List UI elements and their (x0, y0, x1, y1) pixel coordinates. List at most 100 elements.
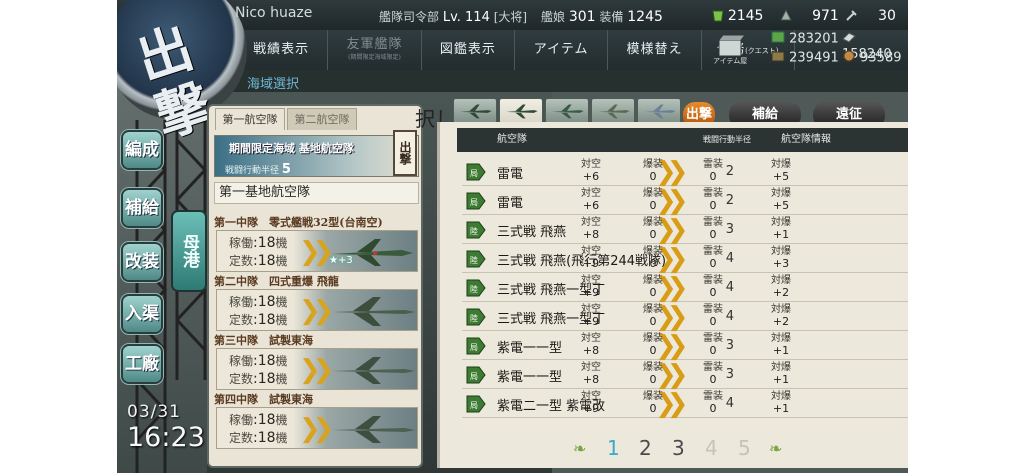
port-button[interactable]: 母港 (173, 212, 205, 290)
page-4[interactable]: 4 (705, 436, 718, 460)
plane-row[interactable]: 局雷電 ❯❯ 2 対空 +6 爆装 0 雷装 0 対爆 +5 (462, 158, 908, 186)
svg-text:局: 局 (470, 372, 478, 381)
stat-bomb: 爆装 0 (643, 304, 663, 328)
plane-row[interactable]: 陸三式戦 飛燕(飛行第244戦隊) ❯❯ 4 対空 +9 爆装 0 雷装 0 対爆 +3 (462, 245, 908, 273)
organize-button[interactable]: 編成 (123, 132, 161, 168)
squadron-fixed: 定数:18機 (229, 312, 288, 328)
squadron-2-slot[interactable]: 稼働:18機 定数:18機 ❯❯ (216, 289, 418, 331)
stat-torp: 雷装 0 (703, 362, 723, 386)
menu-friend-fleet[interactable]: 友軍艦隊 (期間限定海域限定) (328, 30, 422, 70)
main-menu: 戦績表示 友軍艦隊 (期間限定海域限定) 図鑑表示 アイテム 模様替え 任務(ク… (235, 30, 795, 70)
stat-aa: 対空 +9 (581, 391, 601, 415)
plane-row[interactable]: 陸三式戦 飛燕一型丁 ❯❯ 4 対空 +9 爆装 0 雷装 0 対爆 +2 (462, 303, 908, 331)
squadron-active: 稼働:18機 (229, 412, 288, 428)
svg-text:局: 局 (470, 343, 478, 352)
plane-row[interactable]: 陸三式戦 飛燕一型丁 ❯❯ 4 対空 +9 爆装 0 雷装 0 対爆 +2 (462, 274, 908, 302)
steel-icon (842, 31, 856, 47)
land-based-badge-icon: 局 (466, 192, 486, 210)
plane-row[interactable]: 局雷電 ❯❯ 2 対空 +6 爆装 0 雷装 0 対爆 +5 (462, 187, 908, 215)
page-5[interactable]: 5 (738, 436, 751, 460)
squadron-active: 稼働:18機 (229, 294, 288, 310)
tab-second-air-base[interactable]: 第二航空隊 (287, 108, 357, 130)
chevron-icon: ❯❯ (299, 237, 334, 267)
bomber-plane-icon (332, 297, 415, 326)
plane-row[interactable]: 局紫電一一型 ❯❯ 3 対空 +8 爆装 0 雷装 0 対爆 +1 (462, 332, 908, 360)
page-1[interactable]: 1 (607, 436, 620, 460)
stat-ab: 対爆 +5 (771, 188, 791, 212)
base-name-field[interactable]: 第一基地航空隊 (214, 182, 419, 204)
stat-torp: 雷装 0 (703, 159, 723, 183)
svg-text:陸: 陸 (470, 255, 478, 265)
plane-row[interactable]: 局紫電二一型 紫電改 ❯❯ 4 対空 +9 爆装 0 雷装 0 対爆 +1 (462, 390, 908, 418)
combat-radius: 戦闘行動半径 5 (225, 162, 291, 177)
screw-count: 30 (845, 8, 896, 25)
screw-icon (845, 9, 859, 25)
resupply-button[interactable]: 補給 (123, 190, 161, 226)
stat-ab: 対爆 +2 (771, 304, 791, 328)
tab-carrier-fighter[interactable] (453, 98, 497, 124)
land-based-badge-icon: 局 (466, 366, 486, 384)
tab-first-air-base[interactable]: 第一航空隊 (215, 108, 285, 130)
plane-row[interactable]: 局紫電一一型 ❯❯ 3 対空 +8 爆装 0 雷装 0 対爆 +1 (462, 361, 908, 389)
stat-bomb: 爆装 0 (643, 159, 663, 183)
air-base-tabs: 第一航空隊 第二航空隊 (215, 108, 357, 130)
game-screen: 出撃 Nico huaze 艦隊司令部 Lv. 114 [大将] 艦娘 301 … (117, 0, 908, 473)
land-based-badge-icon: 陸 (466, 221, 486, 239)
squadron-fixed: 定数:18機 (229, 371, 288, 387)
item-shop-button[interactable]: アイテム屋 (713, 32, 749, 66)
arsenal-button[interactable]: 工廠 (123, 346, 161, 382)
patrol-plane-icon (332, 416, 415, 443)
tab-interceptor[interactable] (499, 98, 543, 124)
stat-ab: 対爆 +1 (771, 333, 791, 357)
squadron-active: 稼働:18機 (229, 353, 288, 369)
plane-name: 紫電一一型 (497, 370, 563, 385)
header-range: 戦闘行動半径 (703, 135, 751, 144)
recon-icon (644, 104, 676, 119)
svg-text:局: 局 (470, 198, 478, 207)
plane-row[interactable]: 陸三式戦 飛燕 ❯❯ 3 対空 +8 爆装 0 雷装 0 対爆 +1 (462, 216, 908, 244)
menu-furniture[interactable]: 模様替え (608, 30, 702, 70)
menu-items[interactable]: アイテム (515, 30, 609, 70)
remodel-button[interactable]: 改装 (123, 244, 161, 280)
stat-torp: 雷装 0 (703, 304, 723, 328)
bauxite-resource: 93589 (842, 50, 902, 66)
page-3[interactable]: 3 (672, 436, 685, 460)
page-2[interactable]: 2 (639, 436, 652, 460)
sortie-mode-tag[interactable]: 出撃 (393, 130, 417, 176)
fuel-resource: 283201 (771, 31, 839, 47)
interceptor-icon (506, 104, 538, 119)
stat-aa: 対空 +6 (581, 188, 601, 212)
stat-torp: 雷装 0 (703, 275, 723, 299)
stat-torp: 雷装 0 (703, 391, 723, 415)
tab-recon[interactable] (637, 98, 681, 124)
prev-page-icon[interactable]: ❧ (573, 439, 586, 458)
stat-aa: 対空 +9 (581, 275, 601, 299)
squadron-1-slot[interactable]: 稼働:18機 定数:18機 ❯❯ ★+3 (216, 230, 418, 272)
air-base-banner: 期間限定海域 基地航空隊 戦闘行動半径 5 (214, 135, 419, 177)
menu-records[interactable]: 戦績表示 (235, 30, 329, 70)
hq-level: 艦隊司令部 Lv. 114 [大将] (379, 10, 528, 25)
area-select-label[interactable]: 海域選択 (247, 73, 299, 92)
chevron-icon: ❯❯ (299, 296, 334, 326)
squadron-2-title: 第二中隊 四式重爆 飛龍 (214, 275, 339, 288)
menu-encyclopedia[interactable]: 図鑑表示 (422, 30, 515, 70)
stat-aa: 対空 +9 (581, 304, 601, 328)
svg-text:陸: 陸 (470, 284, 478, 294)
stat-torp: 雷装 0 (703, 188, 723, 212)
devmat-count: 971 (779, 8, 839, 25)
tab-bomber[interactable] (545, 98, 589, 124)
pagination: ❧ 1 2 3 4 5 ❧ (573, 436, 833, 460)
header-info: 航空隊情報 (781, 134, 831, 145)
tab-attacker[interactable] (591, 98, 635, 124)
squadron-3-slot[interactable]: 稼働:18機 定数:18機 ❯❯ (216, 348, 418, 390)
land-based-badge-icon: 陸 (466, 308, 486, 326)
stat-bomb: 爆装 0 (643, 333, 663, 357)
stat-bomb: 爆装 0 (643, 188, 663, 212)
next-page-icon[interactable]: ❧ (769, 439, 782, 458)
stat-aa: 対空 +8 (581, 362, 601, 386)
plane-name: 紫電一一型 (497, 341, 563, 356)
repair-button[interactable]: 入渠 (123, 296, 161, 332)
squadron-4-slot[interactable]: 稼働:18機 定数:18機 ❯❯ (216, 407, 418, 449)
stat-bomb: 爆装 0 (643, 246, 663, 270)
stat-ab: 対爆 +1 (771, 391, 791, 415)
